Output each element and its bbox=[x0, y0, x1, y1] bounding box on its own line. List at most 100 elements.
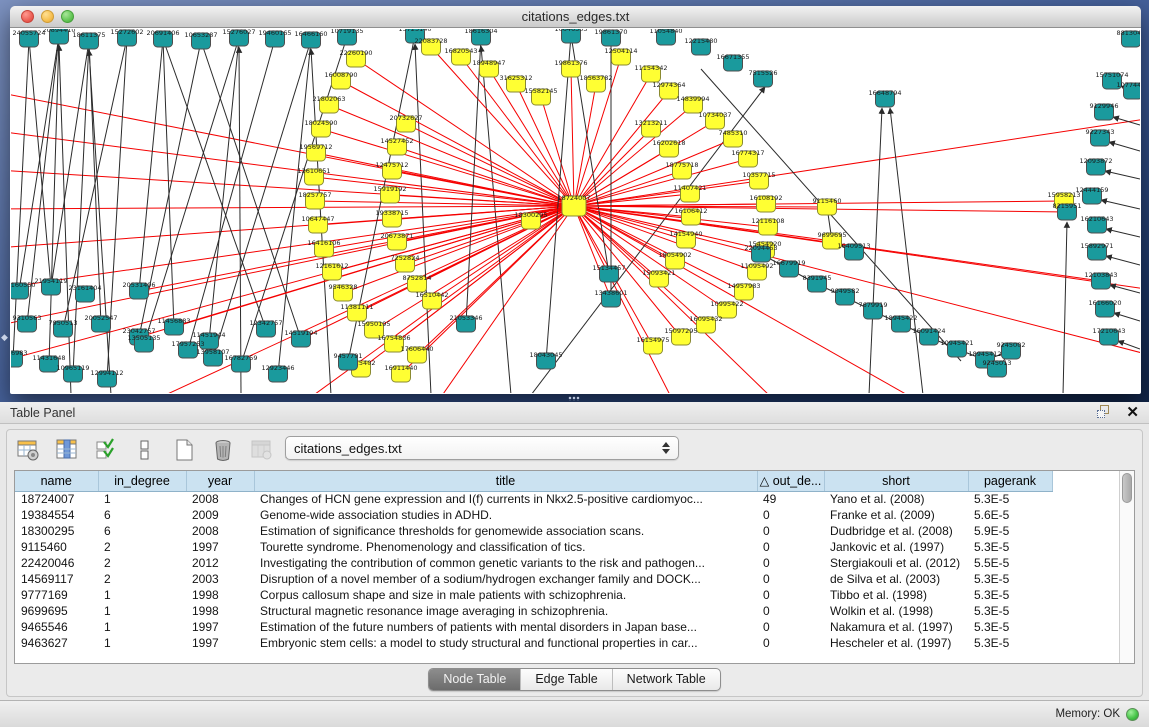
float-panel-icon[interactable] bbox=[1097, 405, 1112, 420]
table-row[interactable]: 1456911722003Disruption of a novel membe… bbox=[15, 571, 1052, 587]
citation-edge-black bbox=[466, 37, 481, 324]
network-window-titlebar[interactable]: citations_edges.txt bbox=[10, 6, 1141, 28]
graph-node-label: 13438601 bbox=[594, 289, 627, 297]
table-cell: 2003 bbox=[186, 571, 254, 587]
graph-node-label: 16210643 bbox=[1080, 215, 1113, 223]
graph-node-label: 22094463 bbox=[744, 244, 777, 252]
graph-node-label: 16911440 bbox=[384, 364, 417, 372]
table-scrollbar-thumb[interactable] bbox=[1122, 473, 1132, 503]
table-cell: Corpus callosum shape and size in male p… bbox=[254, 587, 757, 603]
graph-node-label: 10653287 bbox=[184, 31, 217, 39]
graph-node-label: 15134457 bbox=[592, 264, 625, 272]
column-header-year[interactable]: year bbox=[186, 471, 254, 491]
graph-node-label: 16648794 bbox=[868, 89, 901, 97]
graph-node-label: 16409513 bbox=[837, 242, 870, 250]
citation-edge-black bbox=[1114, 313, 1140, 321]
table-cell: 1997 bbox=[186, 635, 254, 651]
table-row[interactable]: 969969511998Structural magnetic resonanc… bbox=[15, 603, 1052, 619]
table-settings-icon[interactable] bbox=[15, 437, 41, 463]
column-header-name[interactable]: name bbox=[15, 471, 98, 491]
table-row[interactable]: 911546021997Tourette syndrome. Phenomeno… bbox=[15, 539, 1052, 555]
table-cell: Genome-wide association studies in ADHD. bbox=[254, 507, 757, 523]
table-row[interactable]: 1938455462009Genome-wide association stu… bbox=[15, 507, 1052, 523]
citation-edge-black bbox=[19, 36, 59, 291]
table-cell: 5.3E-5 bbox=[968, 603, 1052, 619]
graph-node-label: 21802063 bbox=[312, 95, 345, 103]
column-header-short[interactable]: short bbox=[824, 471, 968, 491]
graph-node-label: 11407421 bbox=[673, 184, 706, 192]
table-row[interactable]: 1872400712008Changes of HCN gene express… bbox=[15, 491, 1052, 507]
table-row[interactable]: 2242004622012Investigating the contribut… bbox=[15, 555, 1052, 571]
tab-node-table[interactable]: Node Table bbox=[429, 669, 520, 690]
table-panel-body: f(x) citations_edges.txt namein_degreeye… bbox=[6, 429, 1143, 697]
table-cell: 9777169 bbox=[15, 587, 98, 603]
table-cell: 6 bbox=[98, 523, 186, 539]
network-view-canvas[interactable]: 2405572420894410186113751527260220691406… bbox=[11, 29, 1140, 393]
table-cell: 5.3E-5 bbox=[968, 539, 1052, 555]
citation-edge-red bbox=[174, 206, 574, 327]
citation-edge-black bbox=[890, 108, 923, 393]
panel-expand-arrow-icon[interactable]: ◆ bbox=[1, 332, 8, 343]
citation-edge-black bbox=[59, 45, 71, 393]
split-rows-icon[interactable] bbox=[132, 437, 158, 463]
graph-node-label: 10734037 bbox=[698, 111, 731, 119]
select-columns-icon[interactable] bbox=[54, 437, 80, 463]
column-header-out_de[interactable]: △ out_de... bbox=[757, 471, 824, 491]
citation-edge-red bbox=[139, 206, 574, 291]
split-divider-grip[interactable] bbox=[568, 396, 580, 401]
graph-node-label: 16202618 bbox=[652, 139, 685, 147]
table-cell: 5.3E-5 bbox=[968, 619, 1052, 635]
graph-node-label: 16416106 bbox=[307, 239, 340, 247]
citation-edge-black bbox=[1106, 256, 1140, 265]
graph-node-label: 22083728 bbox=[414, 37, 447, 45]
graph-node-label: 23161404 bbox=[68, 284, 101, 292]
table-selector-dropdown[interactable]: citations_edges.txt bbox=[285, 436, 679, 460]
citation-edge-black bbox=[139, 39, 163, 291]
graph-node-label: 11431648 bbox=[32, 354, 65, 362]
table-cell: Tibbo et al. (1998) bbox=[824, 587, 968, 603]
column-header-title[interactable]: title bbox=[254, 471, 757, 491]
graph-node-label: 12504114 bbox=[604, 47, 637, 55]
tab-network-table[interactable]: Network Table bbox=[612, 669, 720, 690]
table-row[interactable]: 946554611997Estimation of the future num… bbox=[15, 619, 1052, 635]
table-cell: 9465546 bbox=[15, 619, 98, 635]
table-cell: Stergiakouli et al. (2012) bbox=[824, 555, 968, 571]
graph-node-label: 9156983 bbox=[11, 349, 27, 357]
citation-network-graph[interactable]: 2405572420894410186113751527260220691406… bbox=[11, 29, 1140, 393]
graph-node-label: 25160550 bbox=[11, 281, 36, 289]
table-cell: 0 bbox=[757, 635, 824, 651]
table-cell: Changes of HCN gene expression and I(f) … bbox=[254, 491, 757, 507]
tab-edge-table[interactable]: Edge Table bbox=[520, 669, 611, 690]
citation-edge-black bbox=[415, 44, 431, 393]
table-scrollbar[interactable] bbox=[1119, 471, 1134, 663]
table-row[interactable]: 1830029562008Estimation of significance … bbox=[15, 523, 1052, 539]
column-header-pagerank[interactable]: pagerank bbox=[968, 471, 1052, 491]
graph-node-label: 21053346 bbox=[449, 314, 482, 322]
import-table-disabled-icon[interactable] bbox=[249, 437, 275, 463]
table-panel: Table Panel ✕ bbox=[0, 402, 1149, 700]
graph-node-label: 16106412 bbox=[674, 207, 707, 215]
delete-trash-icon[interactable] bbox=[210, 437, 236, 463]
table-cell: 5.6E-5 bbox=[968, 507, 1052, 523]
graph-node-label: 19338715 bbox=[375, 209, 408, 217]
graph-node-label: 8391945 bbox=[803, 274, 832, 282]
close-panel-icon[interactable]: ✕ bbox=[1126, 405, 1139, 420]
table-row[interactable]: 977716911998Corpus callosum shape and si… bbox=[15, 587, 1052, 603]
citation-edge-black bbox=[1109, 142, 1140, 151]
network-window[interactable]: citations_edges.txt 24055724208944101861… bbox=[10, 6, 1141, 394]
table-cell: 1998 bbox=[186, 587, 254, 603]
graph-node-label: 11456883 bbox=[157, 317, 190, 325]
table-cell: Yano et al. (2008) bbox=[824, 491, 968, 507]
table-cell: 1 bbox=[98, 491, 186, 507]
row-checklist-icon[interactable] bbox=[93, 437, 119, 463]
table-cell: Jankovic et al. (1997) bbox=[824, 539, 968, 555]
table-row[interactable]: 946362711997Embryonic stem cells: a mode… bbox=[15, 635, 1052, 651]
status-bar: Memory: OK bbox=[0, 700, 1149, 727]
graph-node-label: 9245002 bbox=[997, 341, 1026, 349]
column-header-in_degree[interactable]: in_degree bbox=[98, 471, 186, 491]
graph-node-label: 8752814 bbox=[403, 274, 432, 282]
table-type-tabs: Node TableEdge TableNetwork Table bbox=[7, 668, 1142, 691]
new-document-icon[interactable] bbox=[171, 437, 197, 463]
graph-node-label: 12974364 bbox=[652, 81, 685, 89]
citation-edge-black bbox=[1105, 171, 1140, 179]
